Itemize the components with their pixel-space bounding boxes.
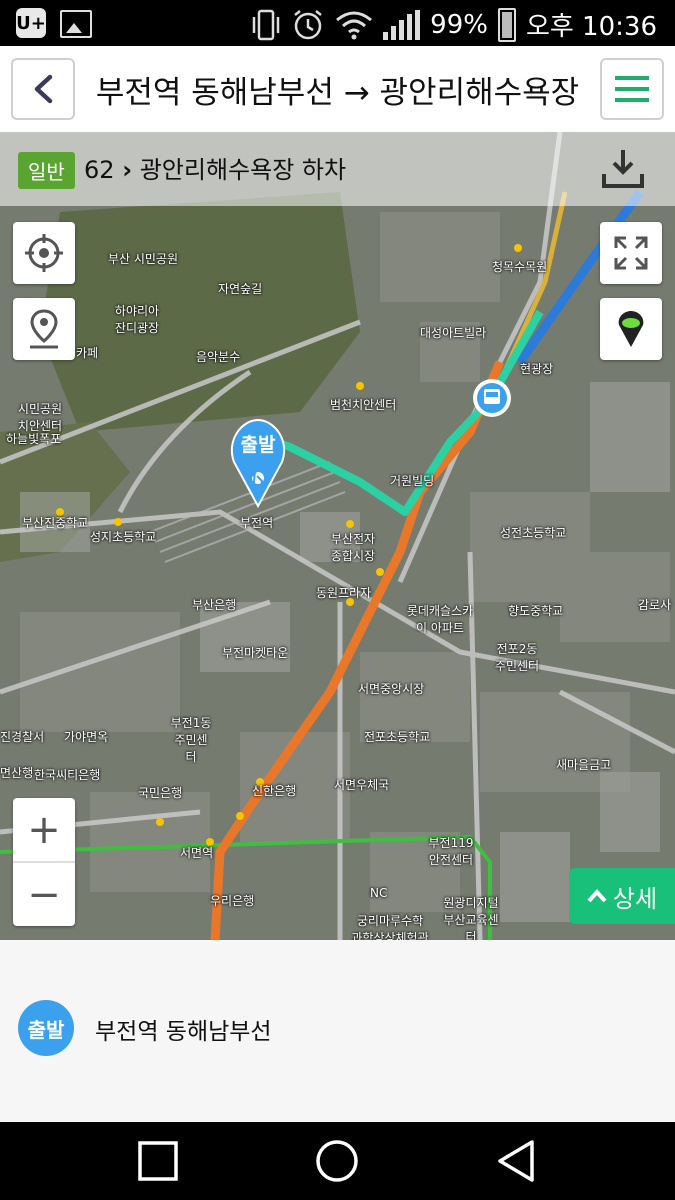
map-label: 부산은행	[192, 598, 237, 612]
chevron-left-icon	[34, 74, 53, 104]
map-label: 전포초등학교	[364, 730, 431, 744]
map-label: 감로사	[638, 598, 672, 612]
map-label: 성전초등학교	[500, 526, 567, 540]
map-label: 새마을금고	[556, 758, 612, 772]
map-label: 부전1동 주민센터	[170, 716, 212, 764]
map-label: 우리은행	[210, 894, 255, 908]
status-bar: U+ 99% 오후 10:36	[0, 0, 675, 46]
page-title: 부전역 동해남부선 → 광안리해수욕장	[95, 74, 580, 111]
map-label: 신한은행	[252, 784, 297, 798]
zoom-out-button[interactable]: −	[13, 863, 75, 926]
map-label: 대성아트빌라	[420, 326, 487, 340]
map-layer-button[interactable]	[600, 298, 662, 360]
map-label: 하야리아 잔디광장	[114, 304, 160, 335]
map-label: 시민공원 치안센터	[17, 402, 63, 433]
battery-percent: 99%	[430, 9, 488, 40]
map-label: 국민은행	[138, 786, 183, 800]
expand-icon	[614, 236, 648, 270]
bus-number: 62	[84, 156, 115, 184]
map-label: 부전역	[240, 516, 274, 530]
route-step-panel: 출발 부전역 동해남부선	[0, 940, 675, 1122]
recent-apps-icon[interactable]	[138, 1141, 178, 1181]
bus-route-summary: 62 › 광안리해수욕장 하차	[84, 150, 346, 185]
home-icon[interactable]	[315, 1139, 359, 1183]
navigation-bar	[0, 1122, 675, 1200]
crosshair-icon	[25, 234, 63, 272]
battery-icon	[497, 7, 516, 42]
carrier-icon: U+	[16, 8, 46, 38]
current-location-button[interactable]	[13, 222, 75, 284]
detail-button[interactable]: 상세	[569, 868, 675, 924]
map-label: 청목수목원	[492, 260, 548, 274]
map-label: 범천치안센터	[330, 398, 397, 412]
back-icon[interactable]	[496, 1139, 536, 1183]
departure-badge: 출발	[18, 1000, 74, 1056]
map-label: 부전마켓타운	[222, 646, 289, 660]
chevron-right-icon: ›	[122, 156, 133, 184]
wifi-icon	[336, 11, 373, 39]
map-label: 성지초등학교	[90, 530, 157, 544]
departure-name[interactable]: 부전역 동해남부선	[95, 1012, 272, 1046]
map-label: 면산행	[0, 766, 34, 780]
map-label: 한국씨티은행	[34, 768, 101, 782]
map-label: 서면중앙시장	[358, 682, 425, 696]
map-label: NC	[370, 886, 388, 900]
map-label: 동원프라자	[316, 586, 372, 600]
download-icon[interactable]	[601, 148, 645, 190]
map-label: 부산전자 종합시장	[330, 532, 376, 563]
route-info-bar: 일반 62 › 광안리해수욕장 하차	[0, 132, 675, 206]
map-label: 원광디지털 부산교육센터	[443, 896, 499, 940]
map-label: 롯데캐슬스카이 아파트	[406, 604, 474, 635]
map-label: 가야면옥	[64, 730, 109, 744]
hamburger-menu-icon	[615, 76, 649, 102]
location-marker-button[interactable]	[13, 298, 75, 360]
map-label: 부전119 안전센터	[428, 836, 474, 867]
map-label: 부산 시민공원	[108, 252, 179, 266]
map-label: 음악분수	[196, 350, 241, 364]
zoom-controls: + −	[13, 798, 75, 926]
vibrate-icon	[252, 9, 280, 40]
map-label: 부산진중학교	[22, 516, 89, 530]
map-label: 자연숲길	[218, 282, 263, 296]
map-view[interactable]: 부산 시민공원 자연숲길 하야리아 잔디광장 음악분수 시민공원 치안센터 하늘…	[0, 132, 675, 940]
bus-type-badge: 일반	[18, 152, 75, 189]
start-pin-label: 출발	[240, 434, 276, 456]
signal-icon	[383, 9, 421, 40]
map-pin-icon	[30, 309, 58, 349]
header: 부전역 동해남부선 → 광안리해수욕장	[0, 46, 675, 133]
green-pin-icon	[618, 311, 644, 347]
map-label: 서면역	[180, 846, 214, 860]
map-label: 전포2동 주민센터	[494, 642, 540, 673]
fullscreen-button[interactable]	[600, 222, 662, 284]
map-label: 카페	[76, 346, 99, 360]
back-button[interactable]	[11, 58, 75, 120]
map-label: 하늘빛폭포	[6, 432, 62, 446]
map-label: 궁리마루수학 과학상상체험관	[351, 914, 429, 940]
detail-button-label: 상세	[612, 884, 658, 913]
alarm-icon	[294, 9, 322, 39]
chevron-up-icon	[587, 889, 607, 903]
map-label: 거원빌딩	[390, 474, 435, 488]
map-label: 현광장	[520, 362, 554, 376]
clock: 오후 10:36	[525, 12, 657, 42]
map-label: 향도중학교	[508, 604, 564, 618]
alight-stop: 광안리해수욕장 하차	[139, 156, 347, 184]
map-label: 진경찰서	[0, 730, 45, 744]
zoom-in-button[interactable]: +	[13, 798, 75, 861]
map-label: 서면우체국	[334, 778, 390, 792]
gallery-notification-icon	[60, 10, 92, 38]
menu-button[interactable]	[600, 58, 664, 120]
